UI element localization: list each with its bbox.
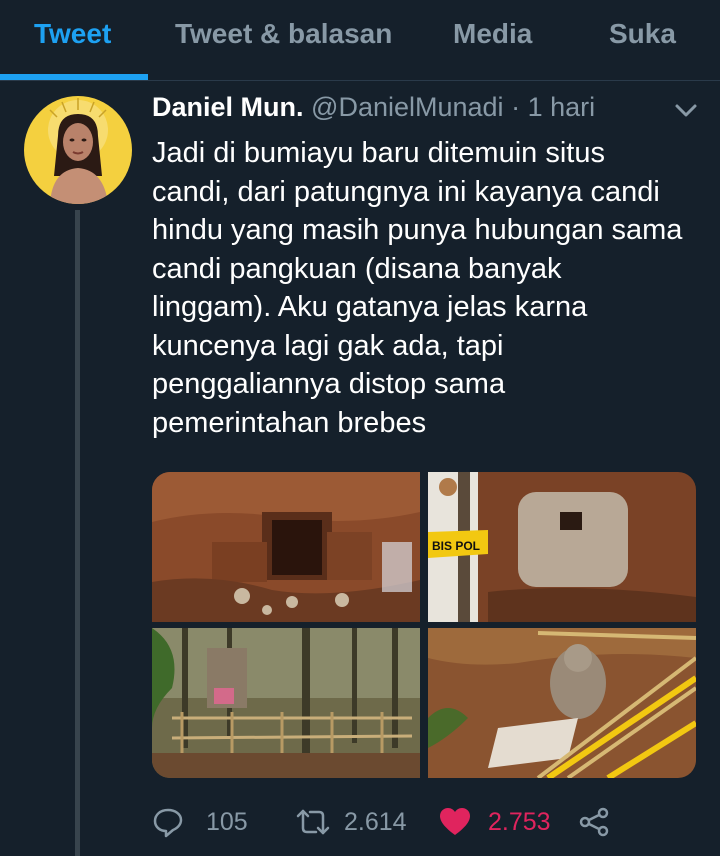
tweet-actions: 105 2.614 2.753 [152,800,712,844]
active-tab-indicator [0,74,148,80]
user-handle[interactable]: @DanielMunadi [311,92,504,122]
reply-count: 105 [206,807,248,836]
avatar[interactable] [24,96,132,204]
tweet-text-line: Jadi di bumiayu baru ditemuin situs [152,137,605,169]
profile-tabs: Tweet Tweet & balasan Media Suka [0,0,720,81]
retweet-count: 2.614 [344,807,407,836]
display-name[interactable]: Daniel Mun. [152,92,304,122]
police-tape-text: BIS POL [432,539,480,553]
media-photo-2[interactable]: BIS POL [428,472,696,622]
tweet-text-line: candi pangkuan (disana banyak [152,252,562,285]
tab-tweet-and-replies[interactable]: Tweet & balasan [175,18,392,50]
reply-icon [153,808,183,838]
like-count: 2.753 [488,807,551,836]
thread-line [75,210,80,856]
share-icon [579,807,609,837]
media-photo-4[interactable] [428,628,696,778]
avatar-image [24,96,132,204]
tweet-text-line: candi, dari patungnya ini kayanya candi [152,175,660,208]
header-separator: · [511,92,521,122]
retweet-button[interactable]: 2.614 [294,800,407,844]
media-photo-1[interactable] [152,472,420,622]
tweet-header: Daniel Mun. @DanielMunadi · 1 hari [152,92,595,123]
reply-button[interactable]: 105 [152,800,248,844]
tab-tweet[interactable]: Tweet [34,18,111,50]
tweet-text: Jadi di bumiayu baru ditemuin situs cand… [152,134,708,442]
share-button[interactable] [578,800,610,844]
tweet-timestamp[interactable]: 1 hari [528,92,596,122]
tweet-text-line: hindu yang masih punya hubungan sama [152,214,683,246]
heart-icon [440,808,470,835]
tweet-media-grid: BIS POL [152,472,696,778]
tab-likes[interactable]: Suka [609,18,676,50]
tweet-text-line: linggam). Aku gatanya jelas karna [152,291,588,323]
tweet-text-line: kuncenya lagi gak ada, tapi [152,329,504,362]
retweet-icon [296,809,330,835]
tweet-text-line: penggaliannya distop sama [152,368,506,400]
tab-media[interactable]: Media [453,18,532,50]
like-button[interactable]: 2.753 [438,800,551,844]
media-photo-3[interactable] [152,628,420,778]
chevron-down-icon[interactable] [672,100,700,120]
tweet-text-line: pemerintahan brebes [152,406,427,439]
